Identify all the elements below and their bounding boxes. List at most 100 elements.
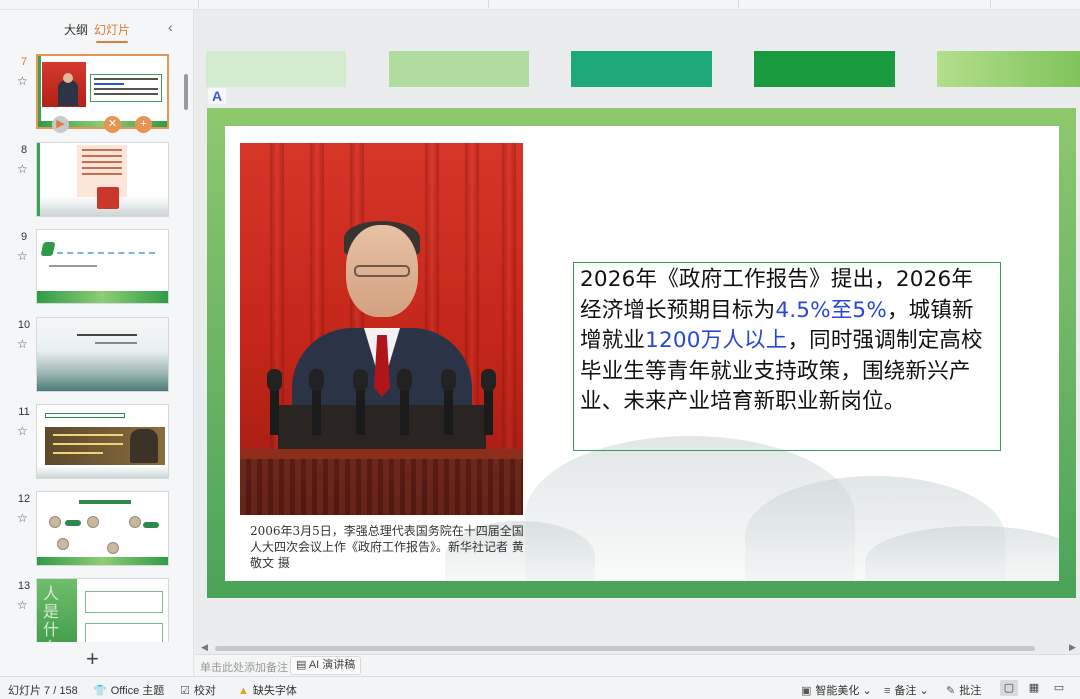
horizontal-scrollbar[interactable]: ◀ ▶ [199, 642, 1079, 654]
thumb-title [77, 334, 137, 336]
thumb-label [143, 522, 159, 528]
thumb-bottom-bar [37, 291, 168, 303]
thumbnail-image[interactable] [36, 317, 169, 392]
star-icon[interactable]: ☆ [17, 74, 28, 88]
thumb-textbox [85, 591, 163, 613]
thumbnail-image[interactable]: 人是什么 [36, 578, 169, 642]
thumb-portrait [107, 542, 119, 554]
thumb-bottom-bar [37, 557, 168, 565]
proofread-icon: ☑ [180, 685, 190, 697]
ai-speech-button[interactable]: ▤ AI 演讲稿 [290, 656, 362, 675]
grid-view-icon[interactable]: ▦ [1025, 680, 1043, 696]
add-slide-button[interactable]: + [86, 646, 99, 672]
thumbnail-image[interactable] [36, 142, 169, 217]
missing-fonts-button[interactable]: ▲ 缺失字体 [238, 682, 297, 698]
thumb-border [38, 56, 41, 127]
beautify-label: 智能美化 [815, 685, 860, 697]
thumb-portrait [87, 516, 99, 528]
slide-number: 7 [20, 56, 28, 68]
beautify-button[interactable]: ▣ 智能美化 ⌄ [801, 682, 872, 698]
thumbnail-slide-10[interactable]: 10 ☆ [0, 317, 194, 395]
warning-icon: ▲ [238, 685, 249, 697]
thumbnail-slide-7[interactable]: 7 ☆ ▶ ✕ + [0, 54, 194, 133]
thumb-textbox [90, 74, 162, 102]
slides-panel: 大纲 幻灯片 ‹ 7 ☆ ▶ ✕ + 8 ☆ 9 ☆ 10 ☆ 11 ☆ 12 … [0, 10, 194, 676]
thumb-landscape [37, 318, 168, 391]
add-icon[interactable]: + [135, 116, 152, 133]
star-icon[interactable]: ☆ [17, 424, 28, 438]
photo-caption[interactable]: 2006年3月5日，李强总理代表国务院在十四届全国人大四次会议上作《政府工作报告… [250, 523, 526, 571]
thumb-dashed-line [57, 252, 155, 254]
thumb-portrait [49, 516, 61, 528]
notes-icon: ≡ [884, 685, 891, 697]
thumbnail-image[interactable] [36, 491, 169, 566]
top-strip [0, 0, 1080, 10]
speech-photo[interactable] [240, 143, 523, 515]
scroll-left-icon[interactable]: ◀ [201, 642, 208, 653]
theme-swatch-5[interactable] [937, 51, 1080, 87]
notes-placeholder[interactable]: 单击此处添加备注 [200, 659, 288, 675]
thumb-text [49, 265, 97, 267]
thumbnail-slide-9[interactable]: 9 ☆ [0, 229, 194, 307]
thumb-subtitle [95, 342, 137, 344]
thumbnail-image[interactable] [36, 404, 169, 479]
thumbnail-image[interactable] [36, 229, 169, 304]
thumb-logo [40, 242, 56, 256]
thumb-label [65, 520, 81, 526]
thumb-border [37, 143, 40, 216]
thumb-portrait [130, 429, 158, 463]
proofread-label: 校对 [193, 685, 216, 697]
thumb-side-panel: 人是什么 [37, 579, 77, 642]
tab-slides[interactable]: 幻灯片 [94, 21, 130, 43]
main-textbox[interactable]: 2026年《政府工作报告》提出，2026年经济增长预期目标为4.5%至5%，城镇… [573, 262, 1001, 451]
status-bar: 幻灯片 7 / 158 👕 Office 主题 ☑ 校对 ▲ 缺失字体 ▣ 智能美化 ⌄… [0, 676, 1080, 699]
panel-tabs: 大纲 幻灯片 ‹ [0, 10, 194, 44]
notes-label: 备注 [894, 685, 917, 697]
tab-outline[interactable]: 大纲 [64, 21, 88, 38]
slide-counter: 幻灯片 7 / 158 [8, 685, 78, 697]
theme-swatch-3[interactable] [571, 51, 712, 87]
panel-scrollbar[interactable] [184, 74, 188, 110]
ai-speech-label: AI 演讲稿 [308, 659, 356, 671]
comments-button[interactable]: ✎ 批注 [946, 682, 981, 698]
notes-toggle-button[interactable]: ≡ 备注 ⌄ [884, 682, 929, 698]
highlight-employment-target: 1200万人以上 [645, 328, 788, 353]
play-icon[interactable]: ▶ [52, 116, 69, 133]
slide-canvas[interactable]: 2006年3月5日，李强总理代表国务院在十四届全国人大四次会议上作《政府工作报告… [207, 108, 1076, 598]
theme-swatch-1[interactable] [206, 51, 346, 87]
theme-swatch-4[interactable] [754, 51, 895, 87]
star-icon[interactable]: ☆ [17, 249, 28, 263]
thumbnail-slide-12[interactable]: 12 ☆ [0, 491, 194, 569]
star-icon[interactable]: ☆ [17, 511, 28, 525]
proofread-button[interactable]: ☑ 校对 [180, 682, 216, 698]
normal-view-icon[interactable]: ▢ [1000, 680, 1018, 696]
thumbnail-slide-8[interactable]: 8 ☆ [0, 142, 194, 220]
theme-button[interactable]: 👕 Office 主题 [93, 682, 164, 698]
transition-icon[interactable]: ✕ [104, 116, 121, 133]
thumbnail-slide-13[interactable]: 13 ☆ 人是什么 [0, 578, 194, 642]
star-icon[interactable]: ☆ [17, 162, 28, 176]
slide-number: 8 [20, 144, 28, 156]
comments-label: 批注 [959, 685, 982, 697]
thumbnail-slide-11[interactable]: 11 ☆ [0, 404, 194, 482]
scrollbar-thumb[interactable] [215, 646, 1035, 651]
reading-view-icon[interactable]: ▭ [1050, 680, 1068, 696]
star-icon[interactable]: ☆ [17, 337, 28, 351]
app-logo-icon[interactable]: A [208, 88, 226, 104]
star-icon[interactable]: ☆ [17, 598, 28, 612]
slide-number: 9 [20, 231, 28, 243]
thumb-mountains [37, 466, 168, 478]
notes-bar: 单击此处添加备注 ▤ AI 演讲稿 [195, 654, 1080, 676]
chevron-left-icon[interactable]: ‹ [168, 19, 173, 35]
slide-number: 12 [17, 493, 31, 505]
theme-swatch-2[interactable] [389, 51, 529, 87]
slide-number: 10 [17, 319, 31, 331]
theme-label: Office 主题 [110, 685, 165, 697]
thumb-flag [97, 187, 119, 209]
slide-editor: A 2006年3月5日，李强总理代表国务院在十四届全国人大四次会议上作《政府工作… [195, 10, 1080, 676]
scroll-right-icon[interactable]: ▶ [1069, 642, 1076, 653]
missing-fonts-label: 缺失字体 [252, 685, 297, 697]
beautify-icon: ▣ [801, 685, 812, 697]
thumb-title [79, 500, 131, 504]
comment-icon: ✎ [946, 685, 956, 697]
